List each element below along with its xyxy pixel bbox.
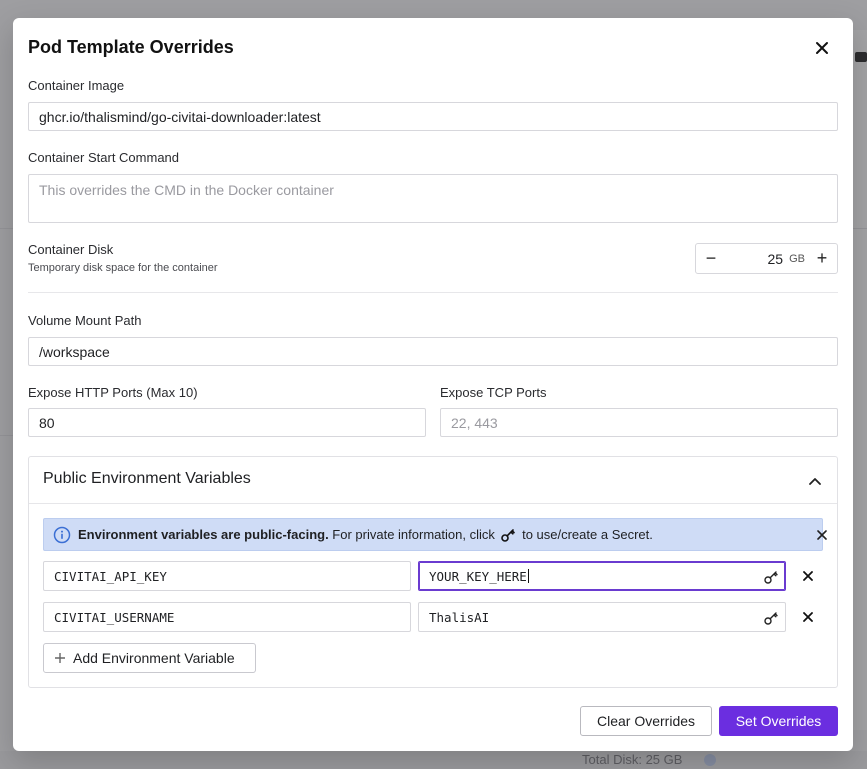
collapse-env-button[interactable] [805, 471, 825, 491]
disk-decrement-button[interactable]: − [696, 244, 726, 273]
tcp-ports-placeholder: 22, 443 [451, 414, 498, 431]
dismiss-info-button[interactable] [814, 527, 830, 543]
info-icon [53, 526, 71, 543]
container-image-label: Container Image [28, 78, 125, 93]
http-ports-input[interactable]: 80 [28, 408, 426, 437]
volume-mount-value: /workspace [39, 343, 110, 360]
close-icon [817, 530, 827, 540]
disk-unit: GB [789, 252, 805, 265]
pod-template-overrides-modal: Pod Template Overrides Container Image g… [13, 18, 853, 751]
start-command-textarea[interactable]: This overrides the CMD in the Docker con… [28, 174, 838, 223]
key-icon[interactable] [763, 569, 779, 585]
set-overrides-button[interactable]: Set Overrides [719, 706, 838, 736]
http-ports-label: Expose HTTP Ports (Max 10) [28, 385, 198, 400]
disk-value-input[interactable]: 25 [726, 251, 789, 267]
env-key-input[interactable]: CIVITAI_USERNAME [43, 602, 411, 632]
tcp-ports-input[interactable]: 22, 443 [440, 408, 838, 437]
plus-icon [55, 653, 65, 663]
start-command-placeholder: This overrides the CMD in the Docker con… [39, 182, 334, 198]
info-bold-text: Environment variables are public-facing. [78, 527, 329, 542]
section-divider [28, 292, 838, 293]
env-variables-panel: Public Environment Variables Environment… [28, 456, 838, 688]
volume-mount-input[interactable]: /workspace [28, 337, 838, 366]
tcp-ports-label: Expose TCP Ports [440, 385, 547, 400]
container-image-input[interactable]: ghcr.io/thalismind/go-civitai-downloader… [28, 102, 838, 131]
http-ports-value: 80 [39, 414, 55, 431]
container-disk-label: Container Disk [28, 242, 114, 257]
env-section-title: Public Environment Variables [43, 470, 251, 487]
clear-overrides-button[interactable]: Clear Overrides [580, 706, 712, 736]
container-disk-description: Temporary disk space for the container [28, 262, 218, 274]
modal-title: Pod Template Overrides [28, 37, 234, 57]
env-value-input[interactable]: YOUR_KEY_HERE [418, 561, 786, 591]
remove-env-row-button[interactable] [799, 608, 817, 626]
close-icon [803, 612, 813, 622]
env-key-value: CIVITAI_API_KEY [54, 568, 167, 584]
info-text-2: to use/create a Secret. [518, 527, 653, 542]
env-value-input[interactable]: ThalisAI [418, 602, 786, 632]
container-disk-stepper: − 25 GB + [695, 243, 838, 274]
info-text-1: For private information, click [328, 527, 499, 542]
key-icon [501, 528, 516, 542]
add-env-variable-button[interactable]: Add Environment Variable [43, 643, 256, 673]
env-key-value: CIVITAI_USERNAME [54, 609, 175, 625]
chevron-up-icon [809, 478, 821, 485]
disk-increment-button[interactable]: + [807, 244, 837, 273]
close-modal-button[interactable] [810, 36, 834, 60]
text-cursor [527, 569, 529, 583]
container-image-value: ghcr.io/thalismind/go-civitai-downloader… [39, 108, 321, 125]
env-value-text: ThalisAI [429, 609, 490, 625]
start-command-label: Container Start Command [28, 150, 180, 165]
env-value-text: YOUR_KEY_HERE [429, 568, 527, 584]
env-info-banner: Environment variables are public-facing.… [43, 518, 827, 551]
close-icon [816, 42, 828, 54]
add-env-variable-label: Add Environment Variable [73, 650, 235, 666]
volume-mount-label: Volume Mount Path [28, 313, 142, 328]
remove-env-row-button[interactable] [799, 567, 817, 585]
env-header-divider [29, 503, 837, 504]
env-key-input[interactable]: CIVITAI_API_KEY [43, 561, 411, 591]
key-icon[interactable] [763, 610, 779, 626]
close-icon [803, 571, 813, 581]
